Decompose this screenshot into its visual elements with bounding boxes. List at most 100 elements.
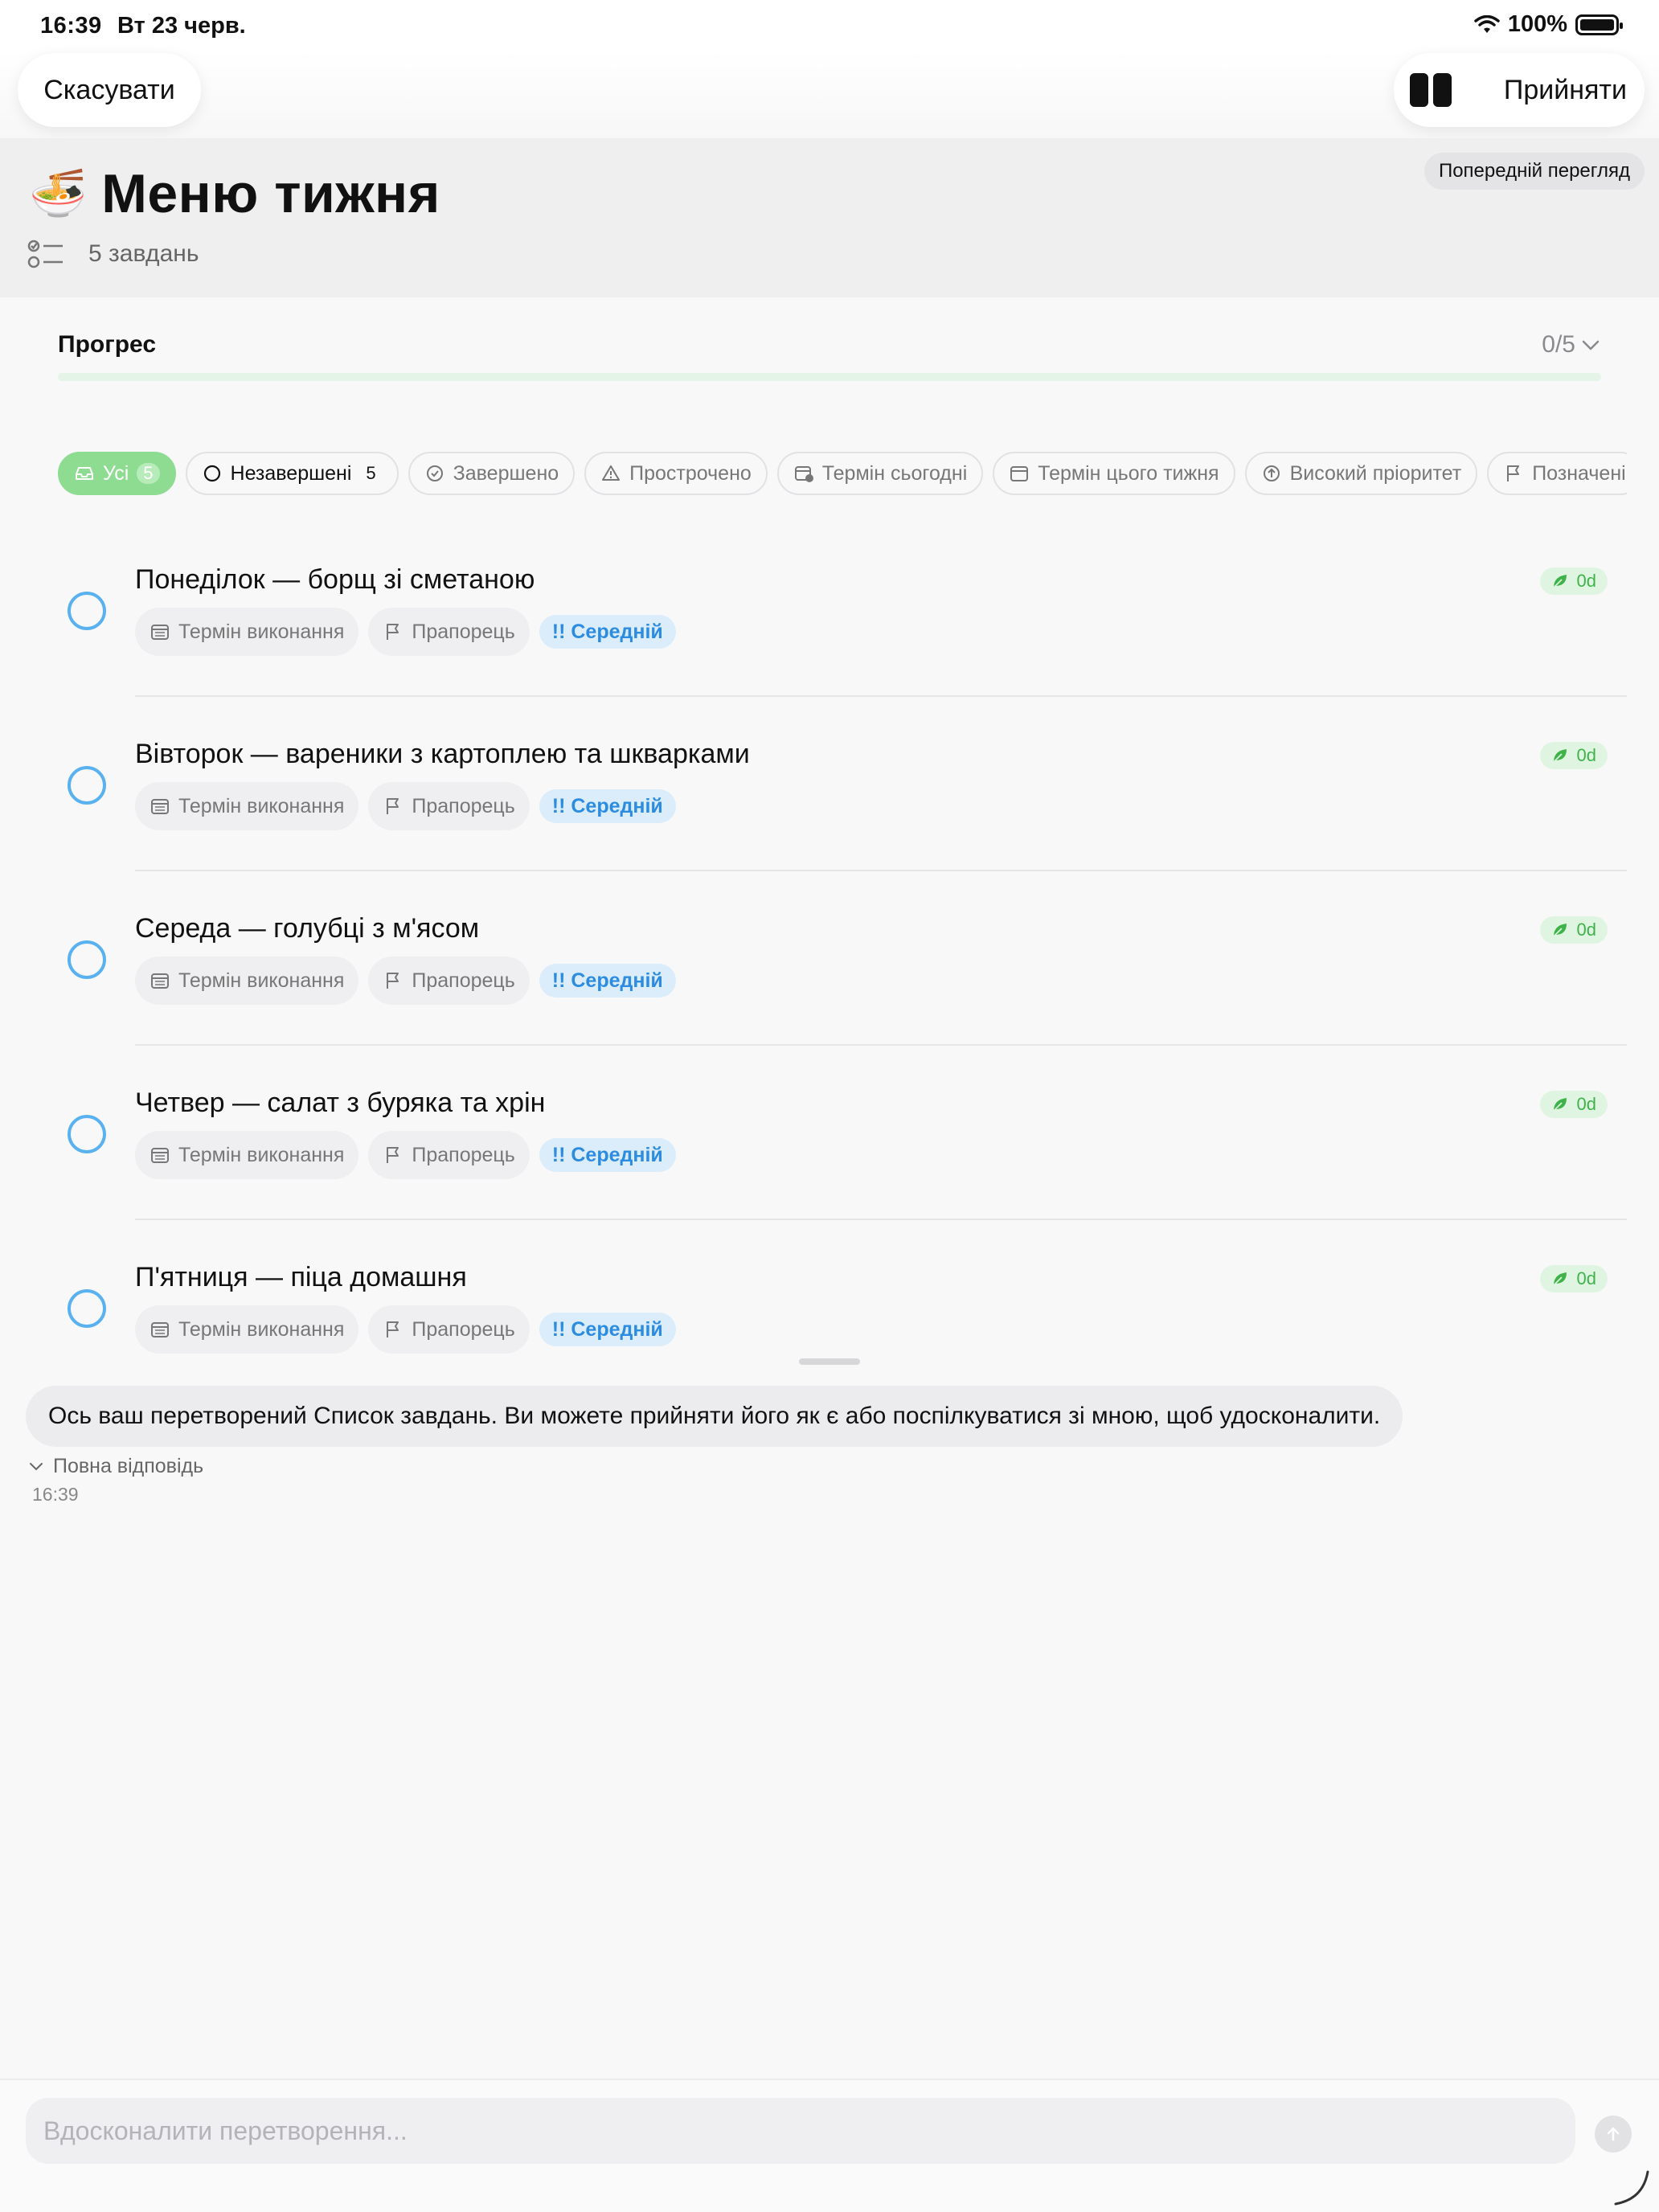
filter-label: Термін сьогодні xyxy=(821,461,968,485)
task-checkbox[interactable] xyxy=(68,766,106,805)
duration-tag: 0d xyxy=(1539,742,1608,769)
filter-label: Незавершені xyxy=(230,461,352,485)
wifi-icon xyxy=(1474,14,1500,33)
filter-bar[interactable]: Усі 5 Незавершені 5 Завершено Прострочен… xyxy=(58,452,1627,495)
task-row[interactable]: Понеділок — борщ зі сметаною Термін вико… xyxy=(0,522,1659,697)
filter-flagged[interactable]: Позначені xyxy=(1487,452,1627,495)
due-date-label: Термін виконання xyxy=(178,794,345,817)
task-count: 5 завдань xyxy=(88,240,199,267)
arrow-up-circle-icon xyxy=(1263,465,1280,481)
filter-label: Позначені xyxy=(1532,461,1626,485)
due-date-label: Термін виконання xyxy=(178,1143,345,1166)
circle-icon xyxy=(203,465,220,482)
page-title: Меню тижня xyxy=(101,163,440,224)
progress-bar xyxy=(58,373,1601,381)
task-row[interactable]: П'ятниця — піца домашня Термін виконання… xyxy=(0,1220,1659,1395)
filter-due-today[interactable]: Термін сьогодні xyxy=(776,452,984,495)
task-title: Понеділок — борщ зі сметаною xyxy=(135,564,535,595)
refine-input[interactable] xyxy=(26,2098,1575,2164)
task-meta: Термін виконання Прапорець !! Середній xyxy=(135,608,676,656)
inbox-icon xyxy=(76,467,93,480)
task-meta: Термін виконання Прапорець !! Середній xyxy=(135,956,676,1005)
flag-label: Прапорець xyxy=(412,1143,515,1166)
task-row[interactable]: Середа — голубці з м'ясом Термін виконан… xyxy=(0,871,1659,1046)
flag-icon xyxy=(387,798,399,814)
task-title: Вівторок — вареники з картоплею та шквар… xyxy=(135,739,750,769)
sheet-grabber[interactable] xyxy=(799,1358,860,1365)
cancel-button[interactable]: Скасувати xyxy=(18,53,201,127)
flag-icon xyxy=(387,1321,399,1337)
calendar-icon xyxy=(151,973,169,989)
priority-chip[interactable]: !! Середній xyxy=(539,615,676,649)
subtitle-row: 5 завдань xyxy=(27,238,199,270)
due-date-chip[interactable]: Термін виконання xyxy=(135,1305,359,1354)
battery-percent: 100% xyxy=(1507,11,1567,37)
leaf-icon xyxy=(1552,1098,1567,1112)
due-date-label: Термін виконання xyxy=(178,620,345,643)
flag-chip[interactable]: Прапорець xyxy=(368,956,530,1005)
task-title: Середа — голубці з м'ясом xyxy=(135,913,480,944)
task-meta: Термін виконання Прапорець !! Середній xyxy=(135,1131,676,1179)
due-date-chip[interactable]: Термін виконання xyxy=(135,608,359,656)
full-answer-label: Повна відповідь xyxy=(53,1455,204,1477)
leaf-icon xyxy=(1552,924,1567,937)
duration-label: 0d xyxy=(1576,745,1596,765)
flag-chip[interactable]: Прапорець xyxy=(368,1131,530,1179)
composer xyxy=(0,2079,1659,2212)
filter-high-priority[interactable]: Високий пріоритет xyxy=(1244,452,1478,495)
accept-button[interactable]: Прийняти xyxy=(1504,75,1627,106)
calendar-icon xyxy=(1010,466,1029,481)
leaf-icon xyxy=(1552,1272,1567,1286)
due-date-chip[interactable]: Термін виконання xyxy=(135,956,359,1005)
priority-chip[interactable]: !! Середній xyxy=(539,964,676,997)
resize-handle-icon[interactable] xyxy=(1611,2167,1651,2207)
task-checkbox[interactable] xyxy=(68,592,106,630)
chevron-down-icon xyxy=(30,1462,43,1470)
filter-incomplete[interactable]: Незавершені 5 xyxy=(185,452,399,495)
flag-chip[interactable]: Прапорець xyxy=(368,1305,530,1354)
priority-chip[interactable]: !! Середній xyxy=(539,789,676,823)
full-answer-toggle[interactable]: Повна відповідь xyxy=(27,1455,203,1478)
priority-chip[interactable]: !! Середній xyxy=(539,1138,676,1172)
calendar-icon xyxy=(151,1148,169,1163)
calendar-icon xyxy=(151,625,169,640)
task-checkbox[interactable] xyxy=(68,940,106,979)
task-row[interactable]: Четвер — салат з буряка та хрін Термін в… xyxy=(0,1046,1659,1220)
flag-chip[interactable]: Прапорець xyxy=(368,782,530,830)
status-time: 16:39 xyxy=(40,13,102,39)
duration-label: 0d xyxy=(1576,1268,1596,1288)
flag-label: Прапорець xyxy=(412,969,515,992)
title-row: 🍜 Меню тижня xyxy=(29,162,440,225)
filter-overdue[interactable]: Прострочено xyxy=(584,452,768,495)
status-date: Вт 23 черв. xyxy=(117,13,246,39)
task-checkbox[interactable] xyxy=(68,1115,106,1153)
duration-tag: 0d xyxy=(1539,1265,1608,1292)
filter-label: Завершено xyxy=(453,461,559,485)
filter-completed[interactable]: Завершено xyxy=(408,452,576,495)
send-button[interactable] xyxy=(1595,2116,1632,2153)
flag-label: Прапорець xyxy=(412,1317,515,1341)
filter-all[interactable]: Усі 5 xyxy=(58,452,176,495)
filter-due-week[interactable]: Термін цього тижня xyxy=(993,452,1235,495)
calendar-clock-icon xyxy=(794,466,813,482)
status-bar: 16:39 Вт 23 черв. 100% xyxy=(0,0,1659,50)
split-view-icon[interactable] xyxy=(1410,73,1452,107)
task-row[interactable]: Вівторок — вареники з картоплею та шквар… xyxy=(0,697,1659,871)
filter-count: 5 xyxy=(137,463,160,484)
flag-icon xyxy=(387,1147,399,1163)
leaf-icon xyxy=(1552,749,1567,763)
chevron-down-icon[interactable] xyxy=(1580,334,1601,355)
preview-badge: Попередній перегляд xyxy=(1423,153,1645,190)
due-date-chip[interactable]: Термін виконання xyxy=(135,782,359,830)
flag-icon xyxy=(1507,465,1520,481)
top-navigation: Скасувати Прийняти xyxy=(0,50,1659,138)
progress-value: 0/5 xyxy=(1542,331,1575,358)
due-date-chip[interactable]: Термін виконання xyxy=(135,1131,359,1179)
check-circle-icon xyxy=(426,465,443,481)
flag-chip[interactable]: Прапорець xyxy=(368,608,530,656)
task-checkbox[interactable] xyxy=(68,1289,106,1328)
duration-tag: 0d xyxy=(1539,1091,1608,1118)
duration-label: 0d xyxy=(1576,1094,1596,1114)
task-title: П'ятниця — піца домашня xyxy=(135,1262,467,1292)
priority-chip[interactable]: !! Середній xyxy=(539,1313,676,1346)
